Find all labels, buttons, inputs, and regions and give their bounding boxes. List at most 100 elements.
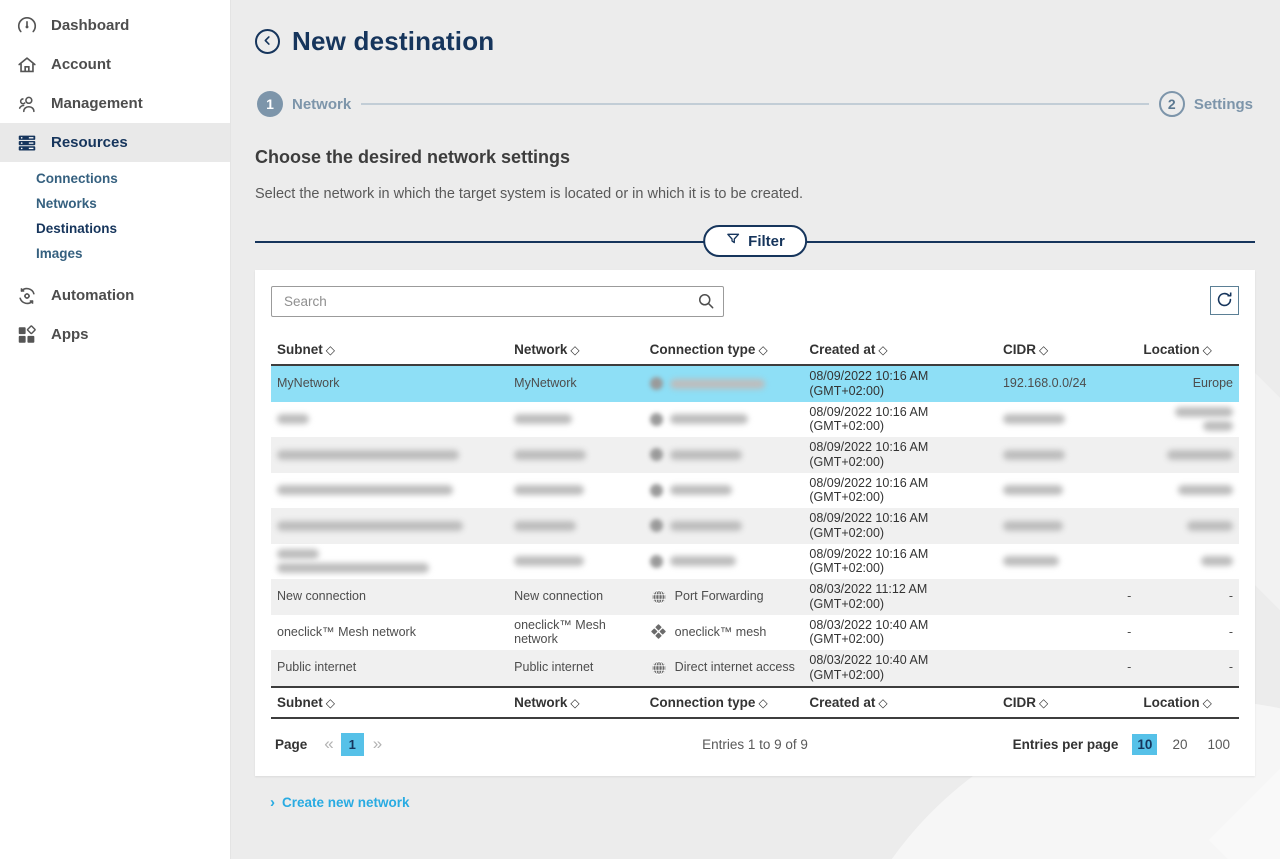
column-header-location[interactable]: Location◇ xyxy=(1137,687,1239,718)
stepper-step-settings: 2 Settings xyxy=(1159,91,1253,117)
redacted-icon xyxy=(650,555,663,568)
redacted-text xyxy=(1167,450,1233,460)
redacted-icon xyxy=(650,484,663,497)
redacted-text xyxy=(670,485,732,495)
table-row[interactable]: 08/09/2022 10:16 AM(GMT+02:00) xyxy=(271,473,1239,509)
redacted-text xyxy=(1003,556,1059,566)
column-header-subnet[interactable]: Subnet◇ xyxy=(271,687,508,718)
cell-network xyxy=(508,437,644,473)
search-input[interactable] xyxy=(271,286,724,317)
sidebar-item-images[interactable]: Images xyxy=(0,241,230,266)
column-header-network[interactable]: Network◇ xyxy=(508,335,644,365)
cell-network: oneclick™ Mesh network xyxy=(508,615,644,651)
back-button[interactable] xyxy=(255,29,280,54)
sidebar-item-dashboard[interactable]: Dashboard xyxy=(0,6,230,45)
networks-table: Subnet◇Network◇Connection type◇Created a… xyxy=(271,335,1239,719)
sidebar-item-account[interactable]: Account xyxy=(0,45,230,84)
sort-icon: ◇ xyxy=(758,696,767,710)
cell-created-at: 08/09/2022 10:16 AM(GMT+02:00) xyxy=(803,508,997,544)
refresh-icon xyxy=(1215,290,1234,312)
sidebar-item-apps[interactable]: Apps xyxy=(0,315,230,354)
cell-created-at: 08/03/2022 10:40 AM(GMT+02:00) xyxy=(803,615,997,651)
column-header-cidr[interactable]: CIDR◇ xyxy=(997,687,1137,718)
cell-connection-type: oneclick™ mesh xyxy=(644,615,804,651)
connection-type-label: oneclick™ mesh xyxy=(675,625,767,640)
sidebar-item-management[interactable]: Management xyxy=(0,84,230,123)
current-page-button[interactable]: 1 xyxy=(341,733,364,756)
search-icon xyxy=(696,291,716,316)
table-row[interactable]: 08/09/2022 10:16 AM(GMT+02:00) xyxy=(271,437,1239,473)
column-header-location[interactable]: Location◇ xyxy=(1137,335,1239,365)
cell-cidr xyxy=(997,544,1137,580)
chevron-right-icon: › xyxy=(270,794,275,811)
create-new-network-link[interactable]: › Create new network xyxy=(270,794,1255,811)
cell-location: - xyxy=(1137,650,1239,687)
cell-subnet xyxy=(271,402,508,438)
cell-connection-type xyxy=(644,365,804,402)
redacted-text xyxy=(514,521,576,531)
redacted-text xyxy=(514,556,584,566)
filter-button[interactable]: Filter xyxy=(703,225,807,257)
table-row[interactable]: 08/09/2022 10:16 AM(GMT+02:00) xyxy=(271,402,1239,438)
sidebar-item-networks[interactable]: Networks xyxy=(0,191,230,216)
step-number-badge: 1 xyxy=(257,91,283,117)
column-header-network[interactable]: Network◇ xyxy=(508,687,644,718)
table-row[interactable]: New connectionNew connectionPort Forward… xyxy=(271,579,1239,615)
cell-connection-type xyxy=(644,473,804,509)
column-header-connection-type[interactable]: Connection type◇ xyxy=(644,335,804,365)
cell-cidr xyxy=(997,402,1137,438)
redacted-text xyxy=(1003,521,1063,531)
globe-icon xyxy=(650,588,668,606)
home-icon xyxy=(15,53,39,77)
cell-location: - xyxy=(1137,615,1239,651)
sort-icon: ◇ xyxy=(1203,696,1212,710)
per-page-option-100[interactable]: 100 xyxy=(1202,734,1235,755)
sidebar-item-connections[interactable]: Connections xyxy=(0,166,230,191)
per-page-option-10[interactable]: 10 xyxy=(1132,734,1157,755)
column-header-created-at[interactable]: Created at◇ xyxy=(803,687,997,718)
prev-page-icon[interactable]: « xyxy=(324,734,331,754)
sidebar-item-automation[interactable]: Automation xyxy=(0,276,230,315)
redacted-text xyxy=(1187,521,1233,531)
table-row[interactable]: 08/09/2022 10:16 AM(GMT+02:00) xyxy=(271,544,1239,580)
cell-connection-type xyxy=(644,437,804,473)
table-row[interactable]: oneclick™ Mesh networkoneclick™ Mesh net… xyxy=(271,615,1239,651)
table-row[interactable]: 08/09/2022 10:16 AM(GMT+02:00) xyxy=(271,508,1239,544)
sidebar-item-resources[interactable]: Resources xyxy=(0,123,230,162)
redacted-icon xyxy=(650,448,663,461)
redacted-text xyxy=(277,450,459,460)
cell-cidr xyxy=(997,437,1137,473)
cell-network xyxy=(508,402,644,438)
sidebar-item-destinations[interactable]: Destinations xyxy=(0,216,230,241)
redacted-text xyxy=(277,563,429,573)
cell-connection-type xyxy=(644,544,804,580)
per-page-option-20[interactable]: 20 xyxy=(1167,734,1192,755)
sidebar-item-label: Resources xyxy=(51,134,128,151)
cell-subnet xyxy=(271,508,508,544)
next-page-icon[interactable]: » xyxy=(373,734,380,754)
main-area: New destination 1 Network 2 Settings Cho… xyxy=(231,0,1280,859)
redacted-text xyxy=(1003,485,1063,495)
cell-cidr: 192.168.0.0/24 xyxy=(997,365,1137,402)
column-header-connection-type[interactable]: Connection type◇ xyxy=(644,687,804,718)
redacted-text xyxy=(277,521,463,531)
table-row[interactable]: MyNetworkMyNetwork08/09/2022 10:16 AM(GM… xyxy=(271,365,1239,402)
cell-subnet: New connection xyxy=(271,579,508,615)
cell-cidr: - xyxy=(997,579,1137,615)
redacted-text xyxy=(670,414,748,424)
sort-icon: ◇ xyxy=(1039,343,1048,357)
table-row[interactable]: Public internetPublic internetDirect int… xyxy=(271,650,1239,687)
sidebar-item-label: Dashboard xyxy=(51,17,129,34)
resources-subnav: Connections Networks Destinations Images xyxy=(0,162,230,276)
column-header-created-at[interactable]: Created at◇ xyxy=(803,335,997,365)
redacted-text xyxy=(670,521,742,531)
cell-created-at: 08/09/2022 10:16 AM(GMT+02:00) xyxy=(803,365,997,402)
page-title: New destination xyxy=(292,26,494,57)
column-header-cidr[interactable]: CIDR◇ xyxy=(997,335,1137,365)
cell-location xyxy=(1137,437,1239,473)
column-header-subnet[interactable]: Subnet◇ xyxy=(271,335,508,365)
cell-location xyxy=(1137,402,1239,438)
refresh-button[interactable] xyxy=(1210,286,1239,315)
sort-icon: ◇ xyxy=(878,696,887,710)
redacted-text xyxy=(514,414,572,424)
